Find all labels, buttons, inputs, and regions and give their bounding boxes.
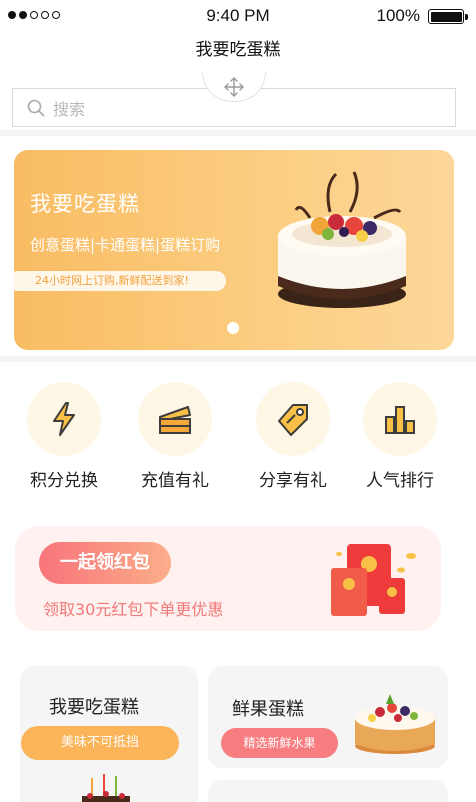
product-tag: 精选新鲜水果 [221, 728, 338, 758]
product-title: 我要吃蛋糕 [49, 697, 139, 718]
bar-chart-icon [385, 406, 415, 434]
battery-percentage: 100% [376, 6, 420, 25]
page-title: 我要吃蛋糕 [195, 40, 281, 60]
tag-icon [278, 404, 308, 436]
red-packet-icon [331, 544, 416, 616]
carousel-indicator[interactable] [227, 322, 239, 334]
banner-subtitle: 创意蛋糕|卡通蛋糕|蛋糕订购 [30, 236, 221, 254]
cake-illustration [278, 171, 406, 308]
product-card[interactable] [208, 780, 448, 802]
fruit-cake-image [355, 694, 435, 754]
red-packet-description: 领取30元红包下单更优惠 [43, 600, 224, 619]
status-bar: 9:40 PM 100% [0, 0, 476, 32]
battery-icon [428, 9, 468, 24]
category-popularity-ranking[interactable]: 人气排行 [350, 382, 450, 491]
search-icon [27, 99, 45, 116]
banner-title: 我要吃蛋糕 [30, 192, 140, 216]
category-points-exchange[interactable]: 积分兑换 [14, 382, 114, 491]
lightning-icon [53, 402, 75, 436]
red-packet-promo[interactable]: 一起领红包 领取30元红包下单更优惠 [15, 526, 441, 631]
category-label: 人气排行 [366, 471, 434, 491]
banner-tagline: 24小时网上订购,新鲜配送到家! [14, 271, 226, 291]
product-card[interactable]: 鲜果蛋糕 精选新鲜水果 [208, 666, 448, 768]
product-title: 鲜果蛋糕 [232, 699, 304, 720]
claim-red-packet-button[interactable]: 一起领红包 [39, 542, 171, 584]
search-placeholder: 搜索 [53, 99, 86, 119]
category-recharge-gift[interactable]: 充值有礼 [125, 382, 225, 491]
category-label: 充值有礼 [141, 471, 209, 491]
section-divider [0, 356, 476, 362]
product-tag: 美味不可抵挡 [21, 726, 179, 760]
product-card[interactable]: 我要吃蛋糕 美味不可抵挡 [20, 666, 198, 802]
birthday-cake-image [82, 774, 130, 802]
promo-banner[interactable]: 我要吃蛋糕 创意蛋糕|卡通蛋糕|蛋糕订购 24小时网上订购,新鲜配送到家! [14, 150, 454, 350]
category-share-gift[interactable]: 分享有礼 [243, 382, 343, 491]
cake-slice-icon [159, 406, 191, 434]
move-icon [224, 76, 244, 97]
category-label: 积分兑换 [30, 471, 98, 491]
category-label: 分享有礼 [259, 471, 327, 491]
